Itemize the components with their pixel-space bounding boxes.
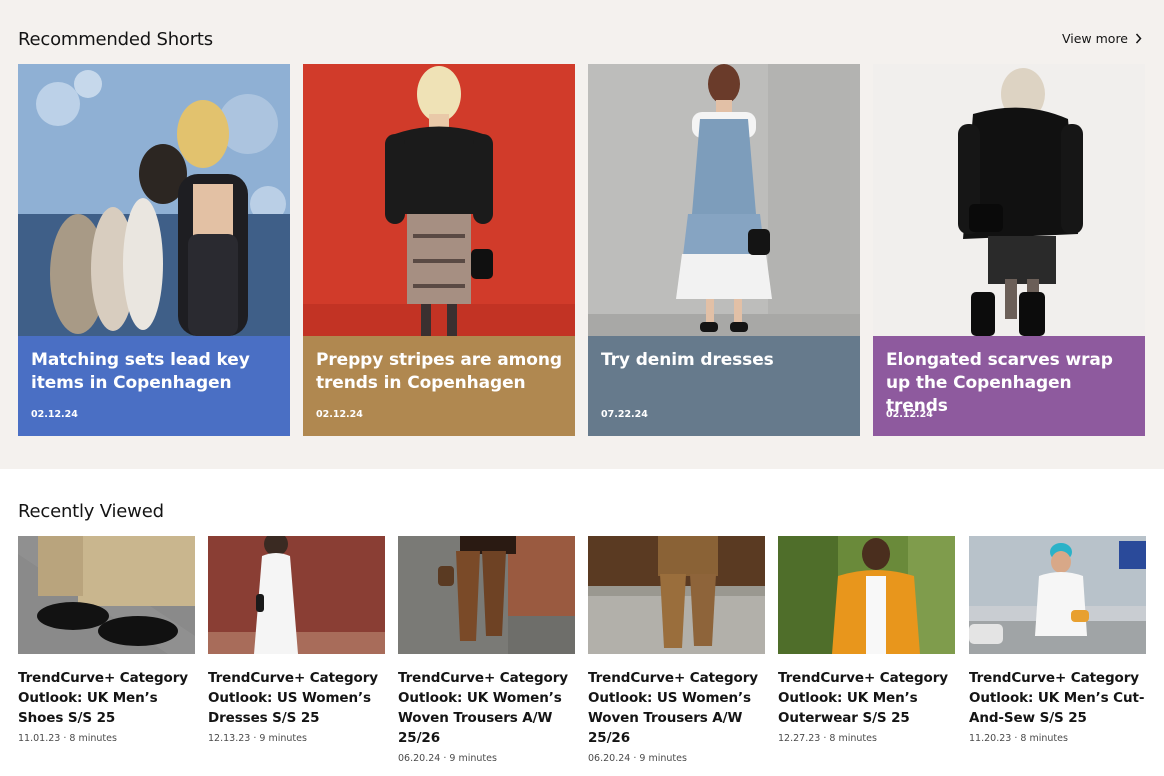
recent-item-title: TrendCurve+ Category Outlook: UK Men’s O…	[778, 670, 948, 726]
recent-item-meta: 06.20.24 · 9 minutes	[588, 753, 687, 764]
recent-item[interactable]: TrendCurve+ Category Outlook: UK Men’s S…	[18, 536, 195, 744]
short-card-panel: Elongated scarves wrap up the Copenhagen…	[873, 336, 1145, 436]
short-card-date: 07.22.24	[601, 409, 648, 420]
recent-item-read-time: 8 minutes	[1020, 733, 1068, 744]
recent-item-title: TrendCurve+ Category Outlook: US Women’s…	[208, 670, 378, 726]
recent-item-meta: 06.20.24 · 9 minutes	[398, 753, 497, 764]
recent-item-date: 11.20.23	[969, 733, 1012, 744]
recent-item-meta: 12.13.23 · 9 minutes	[208, 733, 307, 744]
recent-item[interactable]: TrendCurve+ Category Outlook: US Women’s…	[208, 536, 385, 744]
recent-item-title: TrendCurve+ Category Outlook: UK Men’s C…	[969, 670, 1145, 726]
recommended-shorts-section: Recommended Shorts View more Matching se…	[0, 0, 1164, 469]
short-card-date: 02.12.24	[316, 409, 363, 420]
short-card-image	[588, 64, 860, 336]
recently-viewed-title: Recently Viewed	[18, 501, 164, 522]
recent-item-meta: 11.20.23 · 8 minutes	[969, 733, 1068, 744]
recent-item-date: 12.13.23	[208, 733, 251, 744]
short-card-title: Elongated scarves wrap up the Copenhagen…	[886, 350, 1113, 416]
recent-item-image	[969, 536, 1146, 654]
recent-item-meta: 11.01.23 · 8 minutes	[18, 733, 117, 744]
recent-item[interactable]: TrendCurve+ Category Outlook: UK Men’s C…	[969, 536, 1146, 744]
view-more-link[interactable]: View more	[1062, 31, 1142, 46]
recent-item-read-time: 8 minutes	[69, 733, 117, 744]
recent-item-title: TrendCurve+ Category Outlook: UK Men’s S…	[18, 670, 188, 726]
short-card-image	[18, 64, 290, 336]
short-card-date: 02.12.24	[886, 409, 933, 420]
recommended-shorts-title: Recommended Shorts	[18, 29, 213, 50]
recent-item-read-time: 9 minutes	[639, 753, 687, 764]
short-card[interactable]: Preppy stripes are among trends in Copen…	[303, 64, 575, 436]
short-card-panel: Preppy stripes are among trends in Copen…	[303, 336, 575, 436]
recent-item-date: 11.01.23	[18, 733, 61, 744]
recent-item-title: TrendCurve+ Category Outlook: UK Women’s…	[398, 670, 568, 746]
recent-item-image	[778, 536, 955, 654]
recent-item-read-time: 9 minutes	[259, 733, 307, 744]
short-card-title: Matching sets lead key items in Copenhag…	[31, 350, 250, 393]
short-card-date: 02.12.24	[31, 409, 78, 420]
recent-item-image	[588, 536, 765, 654]
short-card-title: Try denim dresses	[601, 350, 774, 370]
short-card-panel: Try denim dresses 07.22.24	[588, 336, 860, 436]
recent-item-date: 06.20.24	[398, 753, 441, 764]
short-card[interactable]: Elongated scarves wrap up the Copenhagen…	[873, 64, 1145, 436]
chevron-right-icon	[1135, 33, 1142, 44]
short-card-panel: Matching sets lead key items in Copenhag…	[18, 336, 290, 436]
view-more-label: View more	[1061, 31, 1128, 46]
recent-item-read-time: 9 minutes	[449, 753, 497, 764]
recent-item-title: TrendCurve+ Category Outlook: US Women’s…	[588, 670, 758, 746]
recent-item-date: 12.27.23	[778, 733, 821, 744]
recent-item-image	[398, 536, 575, 654]
short-card-title: Preppy stripes are among trends in Copen…	[316, 350, 562, 393]
short-card-image	[303, 64, 575, 336]
recent-item[interactable]: TrendCurve+ Category Outlook: UK Men’s O…	[778, 536, 955, 744]
recent-item[interactable]: TrendCurve+ Category Outlook: US Women’s…	[588, 536, 765, 764]
recent-item-image	[208, 536, 385, 654]
recent-item-read-time: 8 minutes	[829, 733, 877, 744]
short-card[interactable]: Matching sets lead key items in Copenhag…	[18, 64, 290, 436]
recent-item-meta: 12.27.23 · 8 minutes	[778, 733, 877, 744]
recent-item-image	[18, 536, 195, 654]
recent-item[interactable]: TrendCurve+ Category Outlook: UK Women’s…	[398, 536, 575, 764]
short-card[interactable]: Try denim dresses 07.22.24	[588, 64, 860, 436]
short-card-image	[873, 64, 1145, 336]
recent-item-date: 06.20.24	[588, 753, 631, 764]
